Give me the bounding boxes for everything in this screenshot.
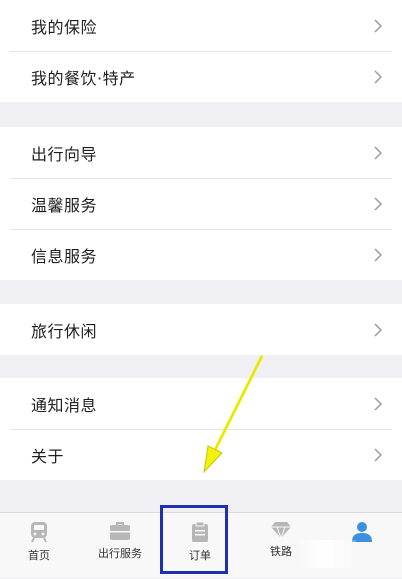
annotation-arrow: [203, 355, 264, 474]
highlight-box: [160, 505, 228, 574]
